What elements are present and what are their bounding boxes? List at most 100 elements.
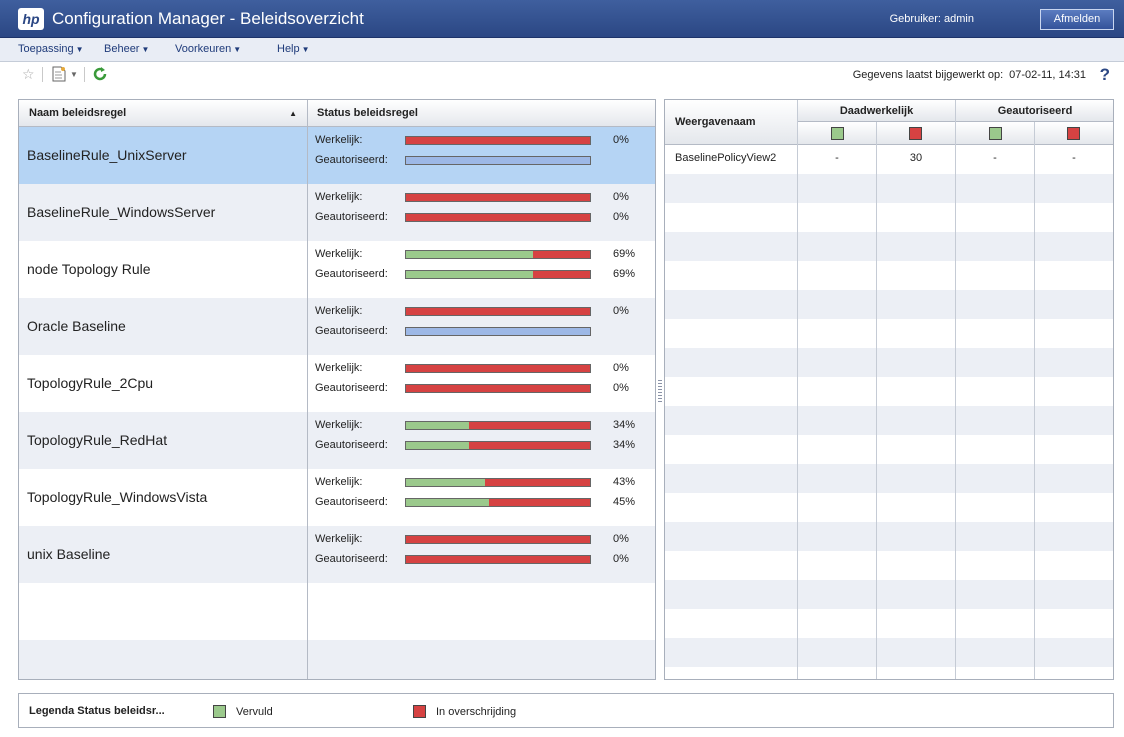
authorized-label: Geautoriseerd: bbox=[315, 553, 388, 565]
status-progress-bar bbox=[405, 535, 591, 544]
fulfilled-portion bbox=[406, 251, 533, 258]
empty-row bbox=[665, 435, 1113, 464]
status-percentage: 45% bbox=[613, 496, 636, 508]
status-percentage: 69% bbox=[613, 248, 636, 260]
rule-row[interactable]: TopologyRule_RedHat Werkelijk: 34% Geautori… bbox=[19, 412, 655, 469]
rule-row[interactable]: TopologyRule_2Cpu Werkelijk: 0% Geautorisee… bbox=[19, 355, 655, 412]
dropdown-caret-icon[interactable]: ▼ bbox=[70, 70, 78, 79]
legend-item-breach: In overschrijding bbox=[413, 705, 516, 718]
authorized-status: Geautoriseerd: bbox=[315, 323, 655, 339]
app-title: Configuration Manager - Beleidsoverzicht bbox=[52, 9, 364, 28]
column-header-view-name[interactable]: Weergavenaam bbox=[665, 100, 797, 145]
actual-label: Werkelijk: bbox=[315, 533, 363, 545]
help-icon[interactable]: ? bbox=[1100, 65, 1110, 85]
empty-row bbox=[665, 203, 1113, 232]
menu-voorkeuren[interactable]: Voorkeuren ▼ bbox=[175, 43, 241, 55]
rule-row[interactable]: BaselineRule_WindowsServer Werkelijk: 0% Ge… bbox=[19, 184, 655, 241]
menu-help[interactable]: Help ▼ bbox=[277, 43, 310, 55]
empty-row bbox=[665, 406, 1113, 435]
rule-row[interactable]: node Topology Rule Werkelijk: 69% Geautoris… bbox=[19, 241, 655, 298]
menu-beheer[interactable]: Beheer ▼ bbox=[104, 43, 149, 55]
title-bar: hp Configuration Manager - Beleidsoverzi… bbox=[0, 0, 1124, 38]
actual-label: Werkelijk: bbox=[315, 476, 363, 488]
rule-row[interactable]: TopologyRule_WindowsVista Werkelijk: 43% Ge… bbox=[19, 469, 655, 526]
authorized-breach-cell: - bbox=[1072, 152, 1076, 164]
view-row[interactable]: BaselinePolicyView2 - 30 - - bbox=[665, 145, 1113, 174]
status-percentage: 0% bbox=[613, 191, 629, 203]
empty-row bbox=[665, 348, 1113, 377]
status-percentage: 0% bbox=[613, 134, 629, 146]
rule-name: TopologyRule_2Cpu bbox=[27, 375, 154, 391]
empty-row bbox=[665, 609, 1113, 638]
empty-row bbox=[665, 232, 1113, 261]
fulfilled-portion bbox=[406, 422, 469, 429]
actual-status: Werkelijk: 69% bbox=[315, 246, 655, 262]
status-progress-bar bbox=[405, 555, 591, 564]
status-percentage: 0% bbox=[613, 362, 629, 374]
legend-item-fulfilled: Vervuld bbox=[213, 705, 273, 718]
fulfilled-portion bbox=[406, 479, 486, 486]
rule-name: Oracle Baseline bbox=[27, 318, 126, 334]
actual-label: Werkelijk: bbox=[315, 134, 363, 146]
authorized-label: Geautoriseerd: bbox=[315, 496, 388, 508]
status-progress-bar bbox=[405, 307, 591, 316]
actual-label: Werkelijk: bbox=[315, 248, 363, 260]
favorite-star-icon[interactable]: ☆ bbox=[22, 66, 35, 83]
status-percentage: 0% bbox=[613, 382, 629, 394]
actual-fulfilled-cell: - bbox=[835, 152, 839, 164]
logout-button[interactable]: Afmelden bbox=[1040, 9, 1114, 30]
status-percentage: 43% bbox=[613, 476, 636, 488]
column-header-rule-status[interactable]: Status beleidsregel bbox=[308, 100, 655, 127]
status-percentage: 69% bbox=[613, 268, 636, 280]
empty-row bbox=[19, 583, 655, 640]
authorized-status: Geautoriseerd: 0% bbox=[315, 380, 655, 396]
status-percentage: 0% bbox=[613, 533, 629, 545]
empty-row bbox=[665, 493, 1113, 522]
empty-row bbox=[665, 580, 1113, 609]
status-progress-bar bbox=[405, 193, 591, 202]
actual-status: Werkelijk: 34% bbox=[315, 417, 655, 433]
empty-row bbox=[665, 522, 1113, 551]
actual-label: Werkelijk: bbox=[315, 305, 363, 317]
column-divider bbox=[955, 100, 956, 679]
breach-square-icon bbox=[413, 705, 426, 718]
empty-row bbox=[665, 464, 1113, 493]
status-progress-bar bbox=[405, 441, 591, 450]
new-document-icon[interactable] bbox=[52, 66, 66, 85]
actual-label: Werkelijk: bbox=[315, 191, 363, 203]
fulfilled-portion bbox=[406, 271, 533, 278]
status-progress-bar bbox=[405, 421, 591, 430]
status-percentage: 0% bbox=[613, 305, 629, 317]
actual-status: Werkelijk: 0% bbox=[315, 132, 655, 148]
empty-row bbox=[665, 377, 1113, 406]
fulfilled-square-icon bbox=[213, 705, 226, 718]
actual-status: Werkelijk: 43% bbox=[315, 474, 655, 490]
rule-row[interactable]: BaselineRule_UnixServer Werkelijk: 0% Geaut… bbox=[19, 127, 655, 184]
rule-name: node Topology Rule bbox=[27, 261, 151, 277]
authorized-label: Geautoriseerd: bbox=[315, 439, 388, 451]
status-progress-bar bbox=[405, 478, 591, 487]
status-progress-bar bbox=[405, 136, 591, 145]
rule-row[interactable]: Oracle Baseline Werkelijk: 0% Geautoriseerd… bbox=[19, 298, 655, 355]
sort-ascending-icon: ▲ bbox=[289, 109, 297, 118]
authorized-status: Geautoriseerd: 34% bbox=[315, 437, 655, 453]
status-progress-bar bbox=[405, 384, 591, 393]
actual-label: Werkelijk: bbox=[315, 362, 363, 374]
empty-row bbox=[665, 290, 1113, 319]
column-divider bbox=[307, 100, 308, 679]
policy-rules-panel: Naam beleidsregel ▲ Status beleidsregel … bbox=[18, 99, 656, 680]
rule-name: unix Baseline bbox=[27, 546, 111, 562]
menu-toepassing[interactable]: Toepassing ▼ bbox=[18, 43, 84, 55]
rule-row[interactable]: unix Baseline Werkelijk: 0% Geautoriseerd: 0… bbox=[19, 526, 655, 583]
toolbar: ☆ ▼ Gegevens laatst bijgewerkt op: 07-02-… bbox=[0, 62, 1124, 88]
panel-splitter[interactable] bbox=[658, 380, 662, 404]
status-percentage: 0% bbox=[613, 211, 629, 223]
view-name-cell: BaselinePolicyView2 bbox=[675, 152, 777, 164]
refresh-icon[interactable] bbox=[92, 66, 108, 85]
rule-name: BaselineRule_WindowsServer bbox=[27, 204, 216, 220]
authorized-status: Geautoriseerd: 45% bbox=[315, 494, 655, 510]
column-header-rule-name[interactable]: Naam beleidsregel ▲ bbox=[19, 100, 307, 127]
last-updated-label: Gegevens laatst bijgewerkt op: bbox=[852, 69, 1004, 81]
authorized-label: Geautoriseerd: bbox=[315, 268, 388, 280]
empty-row bbox=[665, 638, 1113, 667]
